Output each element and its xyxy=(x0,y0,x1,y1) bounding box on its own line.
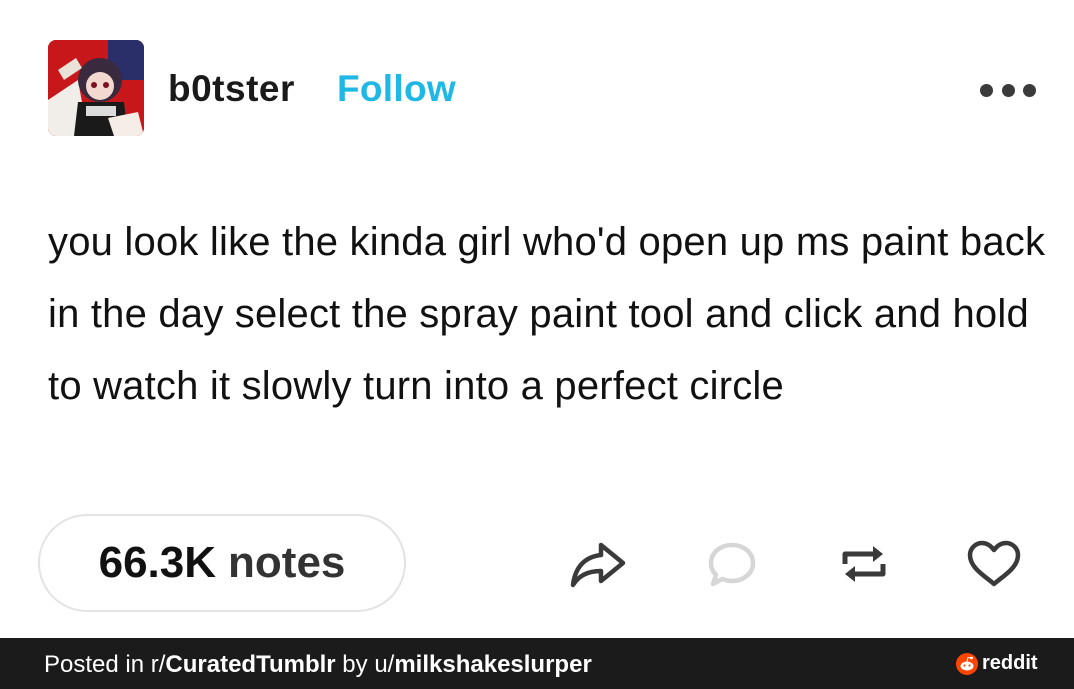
notes-button[interactable]: 66.3K notes xyxy=(38,514,406,612)
more-dots-icon[interactable] xyxy=(980,80,1036,100)
posted-in-prefix: Posted in r/ xyxy=(44,651,166,678)
dot xyxy=(980,83,993,97)
subreddit-link[interactable]: CuratedTumblr xyxy=(165,651,335,678)
posted-in-text: Posted in r/CuratedTumblr by u/milkshake… xyxy=(44,651,592,679)
reblog-button[interactable] xyxy=(834,536,894,592)
posted-by-text: by u/ xyxy=(335,651,395,678)
tumblr-post-screenshot: b0tster Follow you look like the kinda g… xyxy=(0,0,1074,689)
user-link[interactable]: milkshakeslurper xyxy=(394,651,591,678)
reddit-alien-icon xyxy=(956,652,978,675)
like-button[interactable] xyxy=(964,536,1024,592)
reddit-logo: reddit xyxy=(956,652,1038,675)
heart-icon xyxy=(967,540,1021,587)
notes-count: 66.3K xyxy=(98,538,217,587)
dot xyxy=(1001,83,1015,97)
share-button[interactable] xyxy=(568,536,628,592)
avatar[interactable] xyxy=(48,40,144,136)
avatar-image xyxy=(48,40,144,136)
username[interactable]: b0tster xyxy=(168,68,295,110)
dot xyxy=(1023,83,1036,97)
reply-button[interactable] xyxy=(702,536,762,592)
reply-bubble-icon xyxy=(708,542,756,587)
post-text: you look like the kinda girl who'd open … xyxy=(48,220,1046,408)
reddit-wordmark: reddit xyxy=(982,652,1038,674)
follow-button[interactable]: Follow xyxy=(337,68,456,110)
reblog-icon xyxy=(842,546,886,582)
share-arrow-icon xyxy=(570,542,626,588)
notes-label: notes xyxy=(228,538,346,587)
reddit-footer-bar: Posted in r/CuratedTumblr by u/milkshake… xyxy=(0,638,1074,689)
